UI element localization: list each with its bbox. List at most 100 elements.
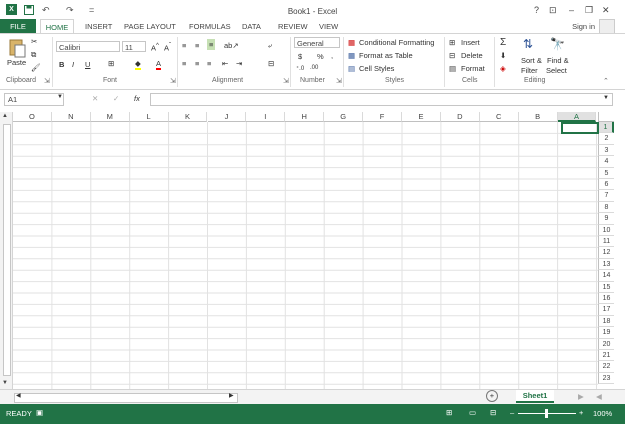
row-header-15[interactable]: 15	[598, 281, 614, 293]
ribbon-display-options-button[interactable]: ⊡	[549, 5, 557, 16]
font-name-select[interactable]: Calibri	[56, 41, 120, 52]
row-header-18[interactable]: 18	[598, 315, 614, 328]
row-header-17[interactable]: 17	[598, 304, 614, 316]
tab-insert[interactable]: INSERT	[85, 22, 112, 31]
paste-icon[interactable]	[8, 38, 26, 58]
delete-cells-icon[interactable]: ⊟	[449, 51, 455, 60]
insert-function-button[interactable]: fx	[134, 94, 140, 103]
row-header-10[interactable]: 10	[598, 224, 614, 236]
tab-page-layout[interactable]: PAGE LAYOUT	[124, 22, 176, 31]
row-header-6[interactable]: 6	[598, 179, 614, 191]
italic-button[interactable]: I	[72, 60, 74, 69]
formula-input[interactable]	[150, 93, 613, 106]
row-header-1[interactable]: 1	[598, 122, 614, 134]
insert-cells-icon[interactable]: ⊞	[449, 38, 455, 47]
increase-indent-icon[interactable]: ⇥	[236, 59, 242, 68]
close-button[interactable]: ✕	[602, 5, 610, 16]
row-header-3[interactable]: 3	[598, 144, 614, 157]
paste-button[interactable]: Paste	[7, 58, 26, 67]
align-center-icon[interactable]: ≡	[195, 59, 199, 68]
minimize-button[interactable]: –	[569, 5, 574, 15]
underline-button[interactable]: U	[85, 60, 90, 69]
sort-filter-icon[interactable]: ⇅	[523, 37, 533, 51]
name-box-dropdown-icon[interactable]: ▼	[57, 94, 63, 100]
row-header-8[interactable]: 8	[598, 201, 614, 214]
comma-button[interactable]: ,	[331, 51, 333, 60]
sign-in-link[interactable]: Sign in	[572, 22, 595, 31]
row-header-13[interactable]: 13	[598, 258, 614, 271]
bottom-align-icon[interactable]: ≡	[207, 39, 216, 50]
fill-icon[interactable]: ⬇	[500, 51, 506, 60]
sort-filter-button[interactable]: Sort &	[521, 56, 542, 65]
row-header-12[interactable]: 12	[598, 247, 614, 259]
row-header-16[interactable]: 16	[598, 293, 614, 305]
cut-icon[interactable]: ✂	[31, 37, 37, 46]
page-layout-view-icon[interactable]: ▭	[469, 408, 476, 417]
row-header-4[interactable]: 4	[598, 156, 614, 168]
conditional-formatting-icon[interactable]: ▦	[348, 38, 355, 47]
worksheet-grid[interactable]: ▲ ▼ ONMLKJIHGFEDCBA 1 2 3 4 5 6 7 8 9 10 11 12 13 14 1…	[0, 112, 625, 389]
restore-button[interactable]: ❐	[585, 5, 593, 16]
normal-view-icon[interactable]: ⊞	[446, 408, 452, 417]
scroll-left-icon[interactable]: ◀	[16, 392, 21, 399]
format-as-table-button[interactable]: Format as Table	[359, 51, 413, 60]
column-header-c[interactable]: C	[479, 112, 519, 122]
cell-styles-icon[interactable]: ▤	[348, 64, 355, 73]
column-header-n[interactable]: N	[51, 112, 91, 122]
zoom-slider-thumb[interactable]	[545, 409, 548, 418]
row-header-2[interactable]: 2	[598, 133, 614, 145]
wrap-text-icon[interactable]: ⤶	[268, 41, 272, 51]
currency-button[interactable]: $	[298, 52, 302, 61]
find-select-icon[interactable]: 🔭	[550, 37, 565, 51]
conditional-formatting-button[interactable]: Conditional Formatting	[359, 38, 434, 47]
font-color-icon[interactable]: A	[156, 59, 162, 70]
column-header-a[interactable]: A	[557, 112, 597, 122]
delete-cells-button[interactable]: Delete	[461, 51, 483, 60]
format-painter-icon[interactable]: 🖌	[31, 63, 41, 72]
font-size-select[interactable]: 11	[122, 41, 146, 52]
page-break-view-icon[interactable]: ⊟	[490, 408, 496, 417]
active-cell[interactable]	[561, 122, 599, 134]
collapse-ribbon-icon[interactable]: ⌃	[603, 77, 609, 85]
row-header-14[interactable]: 14	[598, 270, 614, 282]
column-header-k[interactable]: K	[168, 112, 208, 122]
format-cells-icon[interactable]: ▤	[449, 64, 456, 73]
bold-button[interactable]: B	[59, 60, 64, 69]
name-box[interactable]: A1	[4, 93, 64, 106]
number-format-select[interactable]: General	[294, 37, 340, 48]
cancel-button[interactable]: ✕	[92, 94, 98, 103]
format-cells-button[interactable]: Format	[461, 64, 485, 73]
column-header-d[interactable]: D	[440, 112, 480, 122]
scroll-right-icon[interactable]: ▶	[229, 392, 234, 399]
column-header-o[interactable]: O	[13, 112, 52, 122]
cell-styles-button[interactable]: Cell Styles	[359, 64, 394, 73]
top-align-icon[interactable]: ≡	[182, 41, 186, 50]
column-header-g[interactable]: G	[324, 112, 364, 122]
grow-font-icon[interactable]: A^	[151, 42, 159, 53]
fill-color-icon[interactable]: ◆	[135, 59, 141, 70]
tab-file[interactable]: FILE	[0, 19, 36, 34]
add-sheet-button[interactable]: +	[486, 390, 498, 402]
macro-record-icon[interactable]: ▣	[36, 408, 43, 417]
column-header-i[interactable]: I	[246, 112, 286, 122]
tab-review[interactable]: REVIEW	[278, 22, 308, 31]
select-all-corner[interactable]	[598, 112, 614, 122]
scroll-down-icon[interactable]: ▼	[2, 380, 8, 386]
column-header-j[interactable]: J	[207, 112, 247, 122]
horizontal-scrollbar[interactable]	[14, 393, 238, 403]
row-header-5[interactable]: 5	[598, 167, 614, 179]
find-select-button[interactable]: Find &	[547, 56, 569, 65]
row-header-21[interactable]: 21	[598, 350, 614, 362]
help-button[interactable]: ?	[534, 5, 539, 15]
clear-icon[interactable]: ◈	[500, 64, 506, 73]
zoom-level[interactable]: 100%	[593, 409, 612, 418]
number-launcher-icon[interactable]: ⇲	[336, 77, 342, 85]
borders-icon[interactable]: ⊞	[108, 59, 114, 68]
scroll-up-icon[interactable]: ▲	[2, 113, 8, 119]
row-header-22[interactable]: 22	[598, 361, 614, 373]
autosum-icon[interactable]: Σ	[500, 37, 506, 48]
tab-data[interactable]: DATA	[242, 22, 261, 31]
row-header-11[interactable]: 11	[598, 236, 614, 248]
row-header-23[interactable]: 23	[598, 372, 614, 385]
column-header-f[interactable]: F	[363, 112, 402, 122]
